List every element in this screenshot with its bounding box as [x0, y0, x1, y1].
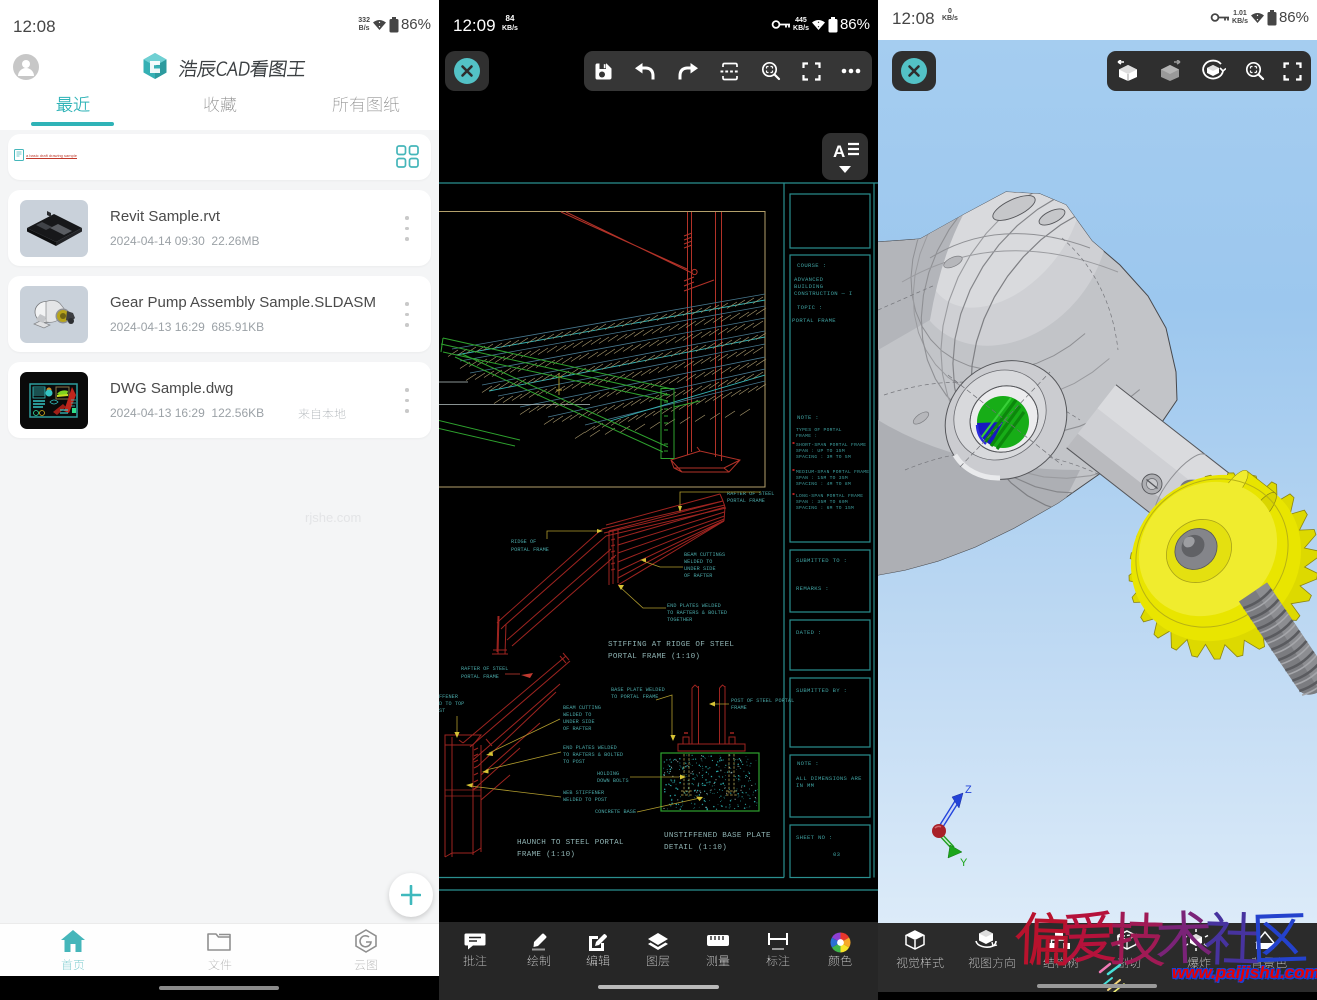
svg-text:BEAM CUTTINGS: BEAM CUTTINGS: [684, 552, 725, 558]
svg-text:FRAME :: FRAME :: [796, 433, 817, 439]
svg-text:PORTAL FRAME (1:10): PORTAL FRAME (1:10): [608, 653, 700, 661]
svg-text:TOPIC :: TOPIC :: [797, 304, 823, 311]
svg-text:FFENER: FFENER: [439, 694, 458, 700]
svg-text:03: 03: [833, 851, 840, 858]
svg-text:ADVANCED: ADVANCED: [794, 276, 824, 283]
svg-text:TOGETHER: TOGETHER: [667, 617, 692, 623]
svg-text:SPAN : 15M TO 35M: SPAN : 15M TO 35M: [796, 475, 848, 481]
svg-text:SUBMITTED BY :: SUBMITTED BY :: [796, 687, 847, 694]
svg-text:TO RAFTERS & BOLTED: TO RAFTERS & BOLTED: [563, 752, 623, 758]
svg-text:WEB STIFFENER: WEB STIFFENER: [563, 790, 604, 796]
svg-text:SPAN : UP TO 15M: SPAN : UP TO 15M: [796, 448, 845, 454]
svg-text:WELDED TO: WELDED TO: [684, 559, 712, 565]
svg-text:UNDER SIDE: UNDER SIDE: [563, 719, 595, 725]
svg-text:BEAM CUTTING: BEAM CUTTING: [563, 705, 601, 711]
svg-text:SHEET NO :: SHEET NO :: [796, 834, 833, 841]
svg-text:SHORT-SPAN PORTAL FRAME: SHORT-SPAN PORTAL FRAME: [796, 442, 866, 448]
svg-text:HOLDING: HOLDING: [597, 771, 619, 777]
svg-text:LONG-SPAN PORTAL FRAME: LONG-SPAN PORTAL FRAME: [796, 493, 863, 499]
svg-text:UNDER SIDE: UNDER SIDE: [684, 566, 716, 572]
svg-text:CONCRETE BASE: CONCRETE BASE: [595, 809, 636, 815]
svg-text:TO RAFTERS & BOLTED: TO RAFTERS & BOLTED: [667, 610, 727, 616]
svg-text:BUILDING: BUILDING: [794, 283, 824, 290]
svg-text:NOTE :: NOTE :: [797, 414, 819, 421]
svg-text:SPACING : 4M TO 8M: SPACING : 4M TO 8M: [796, 481, 851, 487]
svg-text:ALL DIMENSIONS ARE: ALL DIMENSIONS ARE: [796, 775, 862, 782]
svg-text:RIDGE OF: RIDGE OF: [511, 539, 536, 545]
svg-text:SPACING : 6M TO 15M: SPACING : 6M TO 15M: [796, 505, 854, 511]
svg-text:DETAIL (1:10): DETAIL (1:10): [664, 844, 727, 852]
svg-text:BASE PLATE WELDED: BASE PLATE WELDED: [611, 687, 665, 693]
svg-text:HAUNCH TO STEEL PORTAL: HAUNCH TO STEEL PORTAL: [517, 839, 624, 847]
svg-text:SPAN : 35M TO 60M: SPAN : 35M TO 60M: [796, 499, 848, 505]
svg-text:TO PORTAL FRAME: TO PORTAL FRAME: [611, 694, 658, 700]
svg-text:NOTE :: NOTE :: [797, 760, 819, 767]
svg-text:D TO TOP: D TO TOP: [439, 701, 464, 707]
svg-text:CONSTRUCTION — I: CONSTRUCTION — I: [794, 290, 853, 297]
svg-text:FRAME: FRAME: [731, 705, 747, 711]
svg-text:WELDED TO: WELDED TO: [563, 712, 591, 718]
svg-text:ST: ST: [439, 708, 445, 714]
svg-text:END PLATES WELDED: END PLATES WELDED: [563, 745, 617, 751]
svg-text:MEDIUM-SPAN PORTAL FRAME: MEDIUM-SPAN PORTAL FRAME: [796, 469, 869, 475]
svg-text:TYPES OF PORTAL: TYPES OF PORTAL: [796, 427, 842, 433]
svg-text:Y: Y: [960, 857, 968, 869]
svg-text:TO POST: TO POST: [563, 759, 585, 765]
svg-text:STIFFING AT RIDGE OF STEEL: STIFFING AT RIDGE OF STEEL: [608, 641, 734, 649]
svg-text:PORTAL FRAME: PORTAL FRAME: [461, 674, 499, 680]
svg-text:POST OF STEEL PORTAL: POST OF STEEL PORTAL: [731, 698, 794, 704]
svg-text:SUBMITTED TO :: SUBMITTED TO :: [796, 557, 847, 564]
svg-text:OF RAFTER: OF RAFTER: [684, 573, 712, 579]
svg-text:IN MM: IN MM: [796, 782, 814, 789]
svg-text:REMARKS :: REMARKS :: [796, 585, 829, 592]
svg-text:WELDED TO POST: WELDED TO POST: [563, 797, 607, 803]
svg-text:FRAME (1:10): FRAME (1:10): [517, 851, 575, 859]
svg-text:END PLATES WELDED: END PLATES WELDED: [667, 603, 721, 609]
svg-text:PORTAL FRAME: PORTAL FRAME: [792, 317, 836, 324]
svg-text:SPACING : 3M TO 5M: SPACING : 3M TO 5M: [796, 454, 851, 460]
svg-text:UNSTIFFENED BASE PLATE: UNSTIFFENED BASE PLATE: [664, 832, 771, 840]
svg-text:Z: Z: [965, 784, 972, 796]
svg-text:PORTAL FRAME: PORTAL FRAME: [727, 498, 765, 504]
svg-text:DOWN BOLTS: DOWN BOLTS: [597, 778, 629, 784]
svg-text:COURSE :: COURSE :: [797, 262, 826, 269]
svg-text:RAFTER OF STEEL: RAFTER OF STEEL: [461, 666, 508, 672]
svg-text:OF RAFTER: OF RAFTER: [563, 726, 591, 732]
svg-text:PORTAL FRAME: PORTAL FRAME: [511, 547, 549, 553]
svg-text:DATED :: DATED :: [796, 629, 822, 636]
